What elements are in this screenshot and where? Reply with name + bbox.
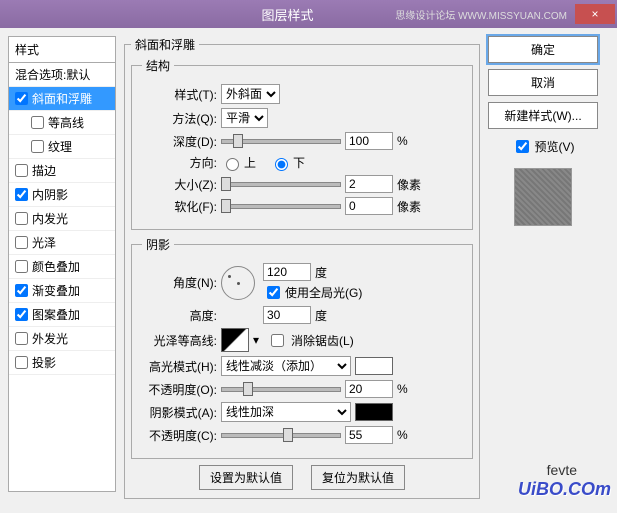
dir-down-radio[interactable] xyxy=(275,158,288,171)
ok-button[interactable]: 确定 xyxy=(488,36,598,63)
preview-swatch xyxy=(514,168,572,226)
cancel-button[interactable]: 取消 xyxy=(488,69,598,96)
angle-input[interactable] xyxy=(263,263,311,281)
depth-slider[interactable] xyxy=(221,133,341,149)
depth-label: 深度(D): xyxy=(142,133,217,150)
styles-header: 样式 xyxy=(8,36,116,62)
preview-label: 预览(V) xyxy=(535,138,575,155)
angle-label: 角度(N): xyxy=(142,274,217,291)
size-slider[interactable] xyxy=(221,176,341,192)
style-bevel[interactable]: 斜面和浮雕 xyxy=(9,87,115,111)
style-stroke-check[interactable] xyxy=(15,164,28,177)
style-inner-shadow-check[interactable] xyxy=(15,188,28,201)
soften-input[interactable] xyxy=(345,197,393,215)
style-stroke[interactable]: 描边 xyxy=(9,159,115,183)
style-satin[interactable]: 光泽 xyxy=(9,231,115,255)
style-pattern-overlay-check[interactable] xyxy=(15,308,28,321)
style-gradient-overlay[interactable]: 渐变叠加 xyxy=(9,279,115,303)
shadow-color-swatch[interactable] xyxy=(355,403,393,421)
style-outer-glow[interactable]: 外发光 xyxy=(9,327,115,351)
highlight-opacity-input[interactable] xyxy=(345,380,393,398)
highlight-opacity-slider[interactable] xyxy=(221,381,341,397)
bevel-panel: 斜面和浮雕 结构 样式(T): 外斜面 方法(Q): 平滑 深度(D): % xyxy=(124,36,480,499)
dir-up-radio[interactable] xyxy=(226,158,239,171)
chevron-down-icon[interactable]: ▾ xyxy=(253,333,259,347)
shadow-legend: 阴影 xyxy=(142,236,174,253)
shadow-mode-label: 阴影模式(A): xyxy=(142,404,217,421)
pct-unit: % xyxy=(397,134,408,148)
style-texture-check[interactable] xyxy=(31,140,44,153)
style-bevel-check[interactable] xyxy=(15,92,28,105)
px-unit2: 像素 xyxy=(397,198,421,215)
style-inner-shadow[interactable]: 内阴影 xyxy=(9,183,115,207)
antialias-check[interactable] xyxy=(271,334,284,347)
shadow-mode-select[interactable]: 线性加深 xyxy=(221,402,351,422)
panel-legend: 斜面和浮雕 xyxy=(131,36,199,53)
forum-watermark: 思缘设计论坛 WWW.MISSYUAN.COM xyxy=(395,7,567,22)
highlight-mode-label: 高光模式(H): xyxy=(142,358,217,375)
style-pattern-overlay[interactable]: 图案叠加 xyxy=(9,303,115,327)
make-default-button[interactable]: 设置为默认值 xyxy=(199,465,293,490)
structure-group: 结构 样式(T): 外斜面 方法(Q): 平滑 深度(D): % 方向: xyxy=(131,57,473,230)
deg-unit: 度 xyxy=(315,264,327,281)
style-satin-check[interactable] xyxy=(15,236,28,249)
altitude-label: 高度: xyxy=(142,307,217,324)
style-texture[interactable]: 纹理 xyxy=(9,135,115,159)
depth-input[interactable] xyxy=(345,132,393,150)
technique-select[interactable]: 平滑 xyxy=(221,108,268,128)
gloss-contour-swatch[interactable] xyxy=(221,328,249,352)
soften-label: 软化(F): xyxy=(142,198,217,215)
technique-label: 方法(Q): xyxy=(142,110,217,127)
preview-check[interactable] xyxy=(516,140,529,153)
shadow-opacity-label: 不透明度(C): xyxy=(142,427,217,444)
style-color-overlay-check[interactable] xyxy=(15,260,28,273)
styles-list: 混合选项:默认 斜面和浮雕 等高线 纹理 描边 内阴影 内发光 光泽 颜色叠加 … xyxy=(8,62,116,492)
pct-unit2: % xyxy=(397,382,408,396)
titlebar: 图层样式 思缘设计论坛 WWW.MISSYUAN.COM × xyxy=(0,0,617,28)
style-contour[interactable]: 等高线 xyxy=(9,111,115,135)
style-contour-check[interactable] xyxy=(31,116,44,129)
highlight-opacity-label: 不透明度(O): xyxy=(142,381,217,398)
blend-options[interactable]: 混合选项:默认 xyxy=(9,63,115,87)
deg-unit2: 度 xyxy=(315,307,327,324)
pct-unit3: % xyxy=(397,428,408,442)
style-select[interactable]: 外斜面 xyxy=(221,84,280,104)
style-drop-shadow[interactable]: 投影 xyxy=(9,351,115,375)
close-button[interactable]: × xyxy=(575,4,615,24)
global-light-label: 使用全局光(G) xyxy=(285,284,362,301)
direction-label: 方向: xyxy=(142,154,217,171)
antialias-label: 消除锯齿(L) xyxy=(291,332,354,349)
style-inner-glow[interactable]: 内发光 xyxy=(9,207,115,231)
structure-legend: 结构 xyxy=(142,57,174,74)
style-outer-glow-check[interactable] xyxy=(15,332,28,345)
style-label: 样式(T): xyxy=(142,86,217,103)
highlight-color-swatch[interactable] xyxy=(355,357,393,375)
style-color-overlay[interactable]: 颜色叠加 xyxy=(9,255,115,279)
shadow-opacity-input[interactable] xyxy=(345,426,393,444)
size-input[interactable] xyxy=(345,175,393,193)
shadow-group: 阴影 角度(N): 度 使用全局光(G) xyxy=(131,236,473,459)
reset-default-button[interactable]: 复位为默认值 xyxy=(311,465,405,490)
size-label: 大小(Z): xyxy=(142,176,217,193)
style-drop-shadow-check[interactable] xyxy=(15,356,28,369)
shadow-opacity-slider[interactable] xyxy=(221,427,341,443)
angle-dial[interactable] xyxy=(221,266,255,300)
new-style-button[interactable]: 新建样式(W)... xyxy=(488,102,598,129)
px-unit: 像素 xyxy=(397,176,421,193)
gloss-contour-label: 光泽等高线: xyxy=(142,332,217,349)
style-gradient-overlay-check[interactable] xyxy=(15,284,28,297)
style-inner-glow-check[interactable] xyxy=(15,212,28,225)
global-light-check[interactable] xyxy=(267,286,280,299)
highlight-mode-select[interactable]: 线性减淡（添加） xyxy=(221,356,351,376)
altitude-input[interactable] xyxy=(263,306,311,324)
soften-slider[interactable] xyxy=(221,198,341,214)
